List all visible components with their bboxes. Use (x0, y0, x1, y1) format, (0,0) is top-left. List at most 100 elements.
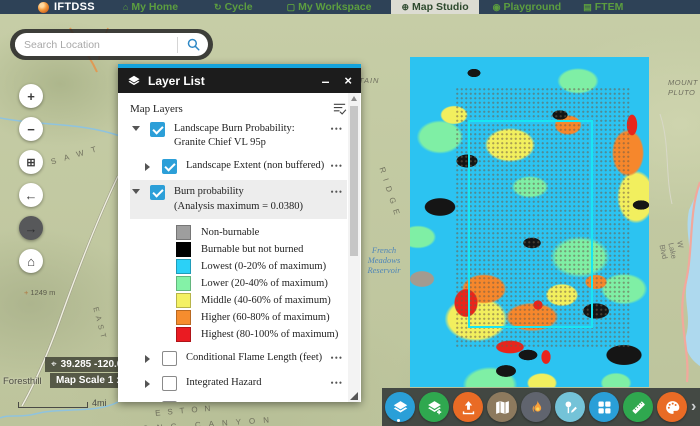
map-toolbar: › (382, 388, 700, 426)
scroll-up-icon[interactable] (351, 96, 357, 101)
burn-probability-legend: Non-burnable Burnable but not burned Low… (176, 224, 343, 343)
measure-button[interactable] (623, 392, 653, 422)
collapse-caret-icon[interactable] (132, 189, 140, 194)
expand-caret-icon[interactable] (145, 380, 150, 388)
layers-add-icon (426, 399, 443, 416)
search-icon (186, 37, 201, 52)
map-label-w-lake-blvd: W Lake Blvd (658, 240, 688, 262)
map-label-mount-pluto: MOUNT PLUTO (668, 78, 700, 98)
layer-row-integrated-hazard[interactable]: Integrated Hazard ••• (130, 376, 343, 391)
search-input[interactable] (15, 39, 177, 51)
legend-swatch (176, 327, 191, 342)
layer-options-menu[interactable]: ••• (331, 187, 343, 197)
collapse-caret-icon[interactable] (132, 126, 140, 131)
layer-label: Landscape Extent (non buffered) (186, 159, 325, 173)
style-button[interactable] (657, 392, 687, 422)
legend-item: Highest (80-100% of maximum) (176, 326, 343, 343)
layers-icon (392, 399, 409, 416)
palette-icon (664, 399, 681, 416)
legend-swatch (176, 225, 191, 240)
toggle-all-layers-icon[interactable] (332, 101, 347, 116)
home-extent-button[interactable]: ⌂ (19, 249, 43, 273)
next-extent-button[interactable]: → (19, 216, 43, 240)
expand-caret-icon[interactable] (145, 163, 150, 171)
more-tools-chevron[interactable]: › (691, 398, 696, 416)
panel-title: Layer List (148, 74, 322, 88)
basemap-icon (494, 399, 511, 416)
grid-icon (596, 399, 613, 416)
layer-row-midflame-wind-speed[interactable]: Midflame Wind Speed (mph) ••• (130, 401, 343, 402)
zoom-out-button[interactable]: − (19, 117, 43, 141)
layer-list-panel: Layer List – × Map Layers Landscape Burn… (118, 64, 361, 402)
layer-label: Midflame Wind Speed (mph) (186, 401, 325, 402)
legend-item: Higher (60-80% of maximum) (176, 309, 343, 326)
layer-options-menu[interactable]: ••• (331, 353, 343, 363)
iftdss-logo-icon (38, 2, 49, 13)
minimize-button[interactable]: – (322, 74, 330, 88)
cycle-icon: ↻ (214, 3, 222, 12)
layer-row-landscape-extent[interactable]: Landscape Extent (non buffered) ••• (130, 159, 343, 174)
layer-checkbox[interactable] (150, 122, 165, 137)
layer-checkbox[interactable] (162, 159, 177, 174)
layer-list-body: Map Layers Landscape Burn Probability: G… (118, 93, 361, 402)
layer-row-burn-probability[interactable]: Burn probability (Analysis maximum = 0.0… (130, 180, 347, 218)
layer-list-header[interactable]: Layer List – × (118, 68, 361, 93)
ftem-icon: ▤ (583, 3, 592, 12)
nav-playground[interactable]: ◉ Playground (493, 0, 562, 14)
nav-ftem[interactable]: ▤ FTEM (583, 0, 623, 14)
zoom-in-button[interactable]: + (19, 84, 43, 108)
layer-checkbox[interactable] (150, 185, 165, 200)
layer-row-conditional-flame-length[interactable]: Conditional Flame Length (feet) ••• (130, 351, 343, 366)
brand-name: IFTDSS (54, 1, 95, 13)
layer-row-landscape-burn-probability[interactable]: Landscape Burn Probability: Granite Chie… (130, 122, 343, 150)
layer-options-menu[interactable]: ••• (331, 378, 343, 388)
ruler-icon (630, 399, 647, 416)
layer-label: Integrated Hazard (186, 376, 325, 390)
scale-bar-label: 4mi (92, 398, 107, 408)
nav-my-workspace[interactable]: ▢ My Workspace (287, 0, 372, 14)
legend-item: Non-burnable (176, 224, 343, 241)
nav-cycle[interactable]: ↻ Cycle (214, 0, 253, 14)
layer-label: Landscape Burn Probability: Granite Chie… (174, 122, 325, 150)
map-label-ridge: RIDGE (377, 166, 403, 221)
layers-icon (127, 74, 141, 88)
upload-icon (460, 399, 477, 416)
map-label-elevation: +1249 m (24, 288, 55, 297)
previous-extent-button[interactable]: ← (19, 183, 43, 207)
add-data-button[interactable] (419, 392, 449, 422)
layer-checkbox[interactable] (162, 376, 177, 391)
fire-behavior-button[interactable] (521, 392, 551, 422)
nav-map-studio[interactable]: ⊕ Map Studio (391, 0, 478, 14)
layer-list-button[interactable] (385, 392, 415, 422)
basemap-button[interactable] (487, 392, 517, 422)
crosshair-icon: ⌖ (51, 359, 57, 370)
panel-scrollbar[interactable] (348, 93, 360, 402)
draw-button[interactable] (555, 392, 585, 422)
scrollbar-thumb[interactable] (350, 106, 358, 256)
lake-tahoe-water (685, 186, 700, 366)
zoom-to-extent-button[interactable]: ⊞ (19, 150, 43, 174)
layer-options-menu[interactable]: ••• (331, 161, 343, 171)
top-navbar: IFTDSS ⌂ My Home ↻ Cycle ▢ My Workspace … (0, 0, 700, 14)
layer-label: Burn probability (Analysis maximum = 0.0… (174, 185, 325, 213)
search-button[interactable] (178, 37, 208, 52)
close-icon[interactable]: × (344, 74, 352, 87)
apps-button[interactable] (589, 392, 619, 422)
nav-my-home[interactable]: ⌂ My Home (123, 0, 178, 14)
legend-swatch (176, 293, 191, 308)
expand-caret-icon[interactable] (145, 355, 150, 363)
layer-checkbox[interactable] (162, 351, 177, 366)
iftdss-brand[interactable]: IFTDSS (38, 1, 95, 13)
upload-button[interactable] (453, 392, 483, 422)
scroll-corner-icon[interactable] (350, 392, 358, 400)
legend-swatch (176, 242, 191, 257)
layer-checkbox[interactable] (162, 401, 177, 402)
legend-swatch (176, 310, 191, 325)
layer-options-menu[interactable]: ••• (331, 124, 343, 134)
legend-item: Middle (40-60% of maximum) (176, 292, 343, 309)
minor-road-line (660, 114, 672, 204)
workspace-icon: ▢ (287, 3, 296, 12)
map-label-east: EAST (91, 306, 109, 343)
flame-icon (528, 399, 545, 416)
legend-swatch (176, 259, 191, 274)
